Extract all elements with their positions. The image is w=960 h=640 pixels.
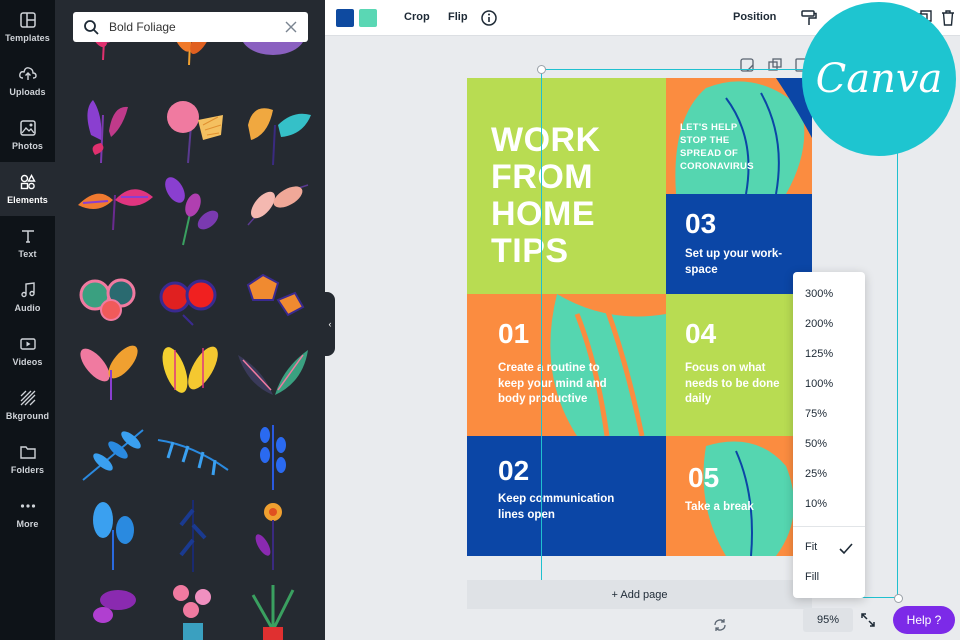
rail-templates[interactable]: Templates bbox=[0, 0, 55, 54]
foliage-element[interactable] bbox=[73, 500, 153, 572]
zoom-option[interactable]: 25% bbox=[805, 468, 827, 480]
zoom-option[interactable]: 100% bbox=[805, 378, 833, 390]
foliage-element[interactable] bbox=[153, 265, 233, 337]
rail-label: Elements bbox=[7, 195, 48, 205]
foliage-element[interactable] bbox=[153, 95, 233, 167]
paint-roller-icon[interactable] bbox=[800, 9, 818, 27]
zoom-option[interactable]: 50% bbox=[805, 438, 827, 450]
elements-panel bbox=[55, 0, 325, 640]
foliage-element[interactable] bbox=[153, 340, 233, 412]
zoom-option[interactable]: 300% bbox=[805, 288, 833, 300]
rail-uploads[interactable]: Uploads bbox=[0, 54, 55, 108]
foliage-element[interactable] bbox=[73, 95, 153, 167]
menu-divider bbox=[793, 526, 865, 527]
zoom-level-button[interactable]: 95% bbox=[803, 608, 853, 632]
resize-handle[interactable] bbox=[537, 65, 546, 74]
canva-logo: Canva bbox=[802, 2, 956, 156]
text-icon bbox=[19, 227, 37, 245]
foliage-element[interactable] bbox=[233, 500, 313, 572]
rail-more[interactable]: More bbox=[0, 486, 55, 540]
chevron-left-icon: ‹ bbox=[328, 319, 332, 329]
rail-label: Uploads bbox=[9, 87, 46, 97]
rail-label: Audio bbox=[14, 303, 41, 313]
foliage-element[interactable] bbox=[233, 575, 313, 640]
foliage-element[interactable] bbox=[153, 575, 233, 640]
foliage-element[interactable] bbox=[73, 175, 153, 247]
music-icon bbox=[19, 281, 37, 299]
resize-handle[interactable] bbox=[894, 594, 903, 603]
rail-background[interactable]: Bkground bbox=[0, 378, 55, 432]
rail-audio[interactable]: Audio bbox=[0, 270, 55, 324]
rail-folders[interactable]: Folders bbox=[0, 432, 55, 486]
crop-button[interactable]: Crop bbox=[404, 11, 430, 23]
help-button[interactable]: Help ? bbox=[893, 606, 955, 634]
search-input[interactable] bbox=[109, 20, 280, 34]
foliage-element[interactable] bbox=[233, 420, 313, 492]
left-rail: Templates Uploads Photos Elements Text A… bbox=[0, 0, 55, 640]
foliage-element[interactable] bbox=[153, 500, 233, 572]
zoom-option[interactable]: 75% bbox=[805, 408, 827, 420]
sync-icon[interactable] bbox=[713, 618, 727, 632]
rail-label: Bkground bbox=[5, 411, 50, 421]
rail-label: Photos bbox=[11, 141, 44, 151]
elements-icon bbox=[19, 173, 37, 191]
position-button[interactable]: Position bbox=[733, 11, 776, 23]
rail-text[interactable]: Text bbox=[0, 216, 55, 270]
templates-icon bbox=[19, 11, 37, 29]
foliage-element[interactable] bbox=[233, 175, 313, 247]
rail-label: Text bbox=[18, 249, 37, 259]
foliage-element[interactable] bbox=[153, 175, 233, 247]
foliage-element[interactable] bbox=[233, 340, 313, 412]
tip-number: 01 bbox=[498, 318, 530, 349]
zoom-fit-option[interactable]: Fit bbox=[805, 541, 817, 553]
search-icon bbox=[83, 19, 99, 35]
flip-button[interactable]: Flip bbox=[448, 11, 468, 23]
background-icon bbox=[19, 389, 37, 407]
zoom-option[interactable]: 10% bbox=[805, 498, 827, 510]
search-bar[interactable] bbox=[73, 12, 308, 42]
rail-label: Videos bbox=[12, 357, 43, 367]
rail-videos[interactable]: Videos bbox=[0, 324, 55, 378]
foliage-element[interactable] bbox=[73, 575, 153, 640]
zoom-option[interactable]: 200% bbox=[805, 318, 833, 330]
foliage-element[interactable] bbox=[73, 265, 153, 337]
foliage-element[interactable] bbox=[73, 340, 153, 412]
rail-label: Folders bbox=[10, 465, 45, 475]
clear-search-icon[interactable] bbox=[284, 20, 298, 34]
color-swatch[interactable] bbox=[359, 9, 377, 27]
collapse-panel-button[interactable]: ‹ bbox=[325, 292, 335, 356]
upload-icon bbox=[18, 65, 37, 83]
checkmark-icon bbox=[839, 542, 853, 556]
rail-elements[interactable]: Elements bbox=[0, 162, 55, 216]
video-icon bbox=[19, 335, 37, 353]
color-swatch[interactable] bbox=[336, 9, 354, 27]
info-icon[interactable] bbox=[480, 9, 498, 27]
foliage-element[interactable] bbox=[153, 420, 233, 492]
trash-icon[interactable] bbox=[939, 9, 957, 27]
folder-icon bbox=[19, 443, 37, 461]
photo-icon bbox=[19, 119, 37, 137]
rail-photos[interactable]: Photos bbox=[0, 108, 55, 162]
foliage-element[interactable] bbox=[233, 265, 313, 337]
more-icon bbox=[19, 497, 37, 515]
zoom-fill-option[interactable]: Fill bbox=[805, 571, 819, 583]
foliage-element[interactable] bbox=[233, 95, 313, 167]
foliage-element[interactable] bbox=[73, 420, 153, 492]
tip-number: 02 bbox=[498, 455, 530, 486]
fullscreen-icon[interactable] bbox=[860, 612, 876, 628]
rail-label: More bbox=[16, 519, 39, 529]
rail-label: Templates bbox=[5, 33, 50, 43]
zoom-menu: 300% 200% 125% 100% 75% 50% 25% 10% Fit … bbox=[793, 272, 865, 598]
add-page-button[interactable]: + Add page bbox=[467, 580, 812, 609]
zoom-option[interactable]: 125% bbox=[805, 348, 833, 360]
